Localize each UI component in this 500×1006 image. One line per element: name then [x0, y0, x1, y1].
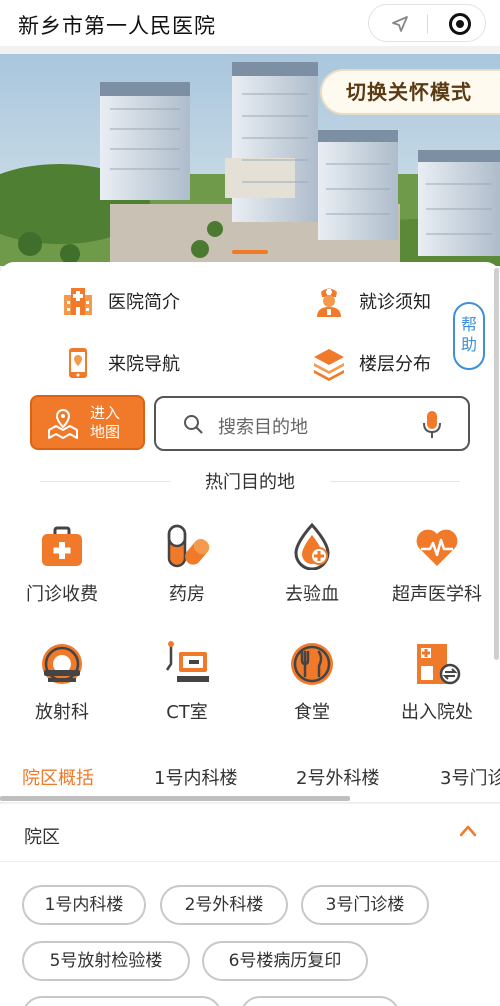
phone-navigation-icon	[69, 348, 87, 378]
enter-map-line2: 地图	[90, 423, 121, 441]
enter-map-button[interactable]: 进入 地图	[30, 395, 145, 450]
location-arrow-icon[interactable]	[390, 14, 410, 34]
dest-ultrasound[interactable]: 超声医学科	[377, 522, 497, 606]
page-title: 新乡市第一人民医院	[18, 14, 216, 38]
dest-label: 去验血	[285, 584, 339, 605]
help-button[interactable]: 帮助	[453, 302, 485, 370]
blood-drop-icon	[294, 522, 330, 570]
care-mode-button[interactable]: 切换关怀模式	[320, 69, 500, 115]
dest-label: 超声医学科	[392, 584, 482, 605]
dest-radiology[interactable]: 放射科	[2, 640, 122, 724]
hot-destinations-title: 热门目的地	[205, 472, 295, 493]
dest-pharmacy[interactable]: 药房	[127, 522, 247, 606]
hospital-icon	[64, 288, 92, 315]
building-list: 1号内科楼 2号外科楼 3号门诊楼 5号放射检验楼 6号楼病历复印	[0, 862, 500, 1006]
dest-blood-test[interactable]: 去验血	[252, 522, 372, 606]
dest-label: 出入院处	[401, 702, 473, 723]
quick-link-label: 就诊须知	[359, 292, 431, 313]
dest-label: 放射科	[35, 702, 89, 723]
quick-link-visit-notice[interactable]: 就诊须知	[311, 283, 431, 319]
quick-link-label: 医院简介	[108, 292, 180, 313]
dest-label: 食堂	[294, 702, 330, 723]
building-pill-partial[interactable]	[22, 996, 222, 1006]
fork-knife-icon	[291, 643, 333, 685]
building-tabs: 院区概括 1号内科楼 2号外科楼 3号门诊	[0, 748, 500, 803]
search-input[interactable]: 搜索目的地	[154, 396, 470, 451]
dest-ct-room[interactable]: CT室	[127, 640, 247, 724]
quick-link-navigation[interactable]: 来院导航	[60, 345, 180, 381]
dest-admission-discharge[interactable]: 出入院处	[377, 640, 497, 724]
enter-map-line1: 进入	[90, 404, 121, 422]
tab-building-2[interactable]: 2号外科楼	[296, 764, 379, 790]
search-icon	[184, 415, 203, 434]
building-pill[interactable]: 3号门诊楼	[301, 885, 429, 925]
medical-bag-icon	[42, 526, 82, 566]
tab-scroll-indicator[interactable]	[0, 796, 350, 801]
building-pill[interactable]: 5号放射检验楼	[22, 941, 190, 981]
campus-section-header[interactable]: 院区	[0, 804, 500, 862]
ct-monitor-icon	[165, 641, 209, 682]
building-pill[interactable]: 2号外科楼	[160, 885, 288, 925]
map-location-icon	[48, 408, 78, 439]
enter-map-label: 进入 地图	[90, 404, 120, 442]
scanner-icon	[42, 644, 82, 684]
search-placeholder: 搜索目的地	[218, 417, 308, 438]
close-target-icon[interactable]	[449, 13, 471, 35]
dest-label: CT室	[166, 702, 208, 723]
title-bar: 新乡市第一人民医院	[0, 0, 500, 46]
building-pill[interactable]: 1号内科楼	[22, 885, 146, 925]
building-pill[interactable]: 6号楼病历复印	[202, 941, 368, 981]
heart-pulse-icon	[416, 529, 458, 566]
vertical-scrollbar[interactable]	[494, 268, 499, 660]
capsule-divider	[427, 14, 428, 34]
microphone-icon[interactable]	[422, 410, 442, 440]
section-label: 院区	[24, 827, 60, 848]
pill-capsule-icon	[167, 524, 210, 568]
dest-outpatient-payment[interactable]: 门诊收费	[2, 522, 122, 606]
tab-building-1[interactable]: 1号内科楼	[154, 764, 237, 790]
mini-program-capsule	[368, 4, 486, 42]
chevron-up-icon[interactable]	[458, 822, 478, 838]
layers-icon	[314, 349, 344, 381]
dest-canteen[interactable]: 食堂	[252, 640, 372, 724]
quick-link-floors[interactable]: 楼层分布	[311, 345, 431, 381]
building-pill-partial[interactable]	[240, 996, 400, 1006]
tab-building-3[interactable]: 3号门诊	[440, 764, 500, 790]
quick-link-label: 楼层分布	[359, 354, 431, 375]
nurse-icon	[317, 288, 341, 317]
hospital-exchange-icon	[417, 644, 461, 685]
quick-link-hospital-intro[interactable]: 医院简介	[60, 283, 180, 319]
tab-campus-overview[interactable]: 院区概括	[22, 764, 94, 790]
dest-label: 门诊收费	[26, 584, 98, 605]
dest-label: 药房	[169, 584, 205, 605]
quick-link-label: 来院导航	[108, 354, 180, 375]
